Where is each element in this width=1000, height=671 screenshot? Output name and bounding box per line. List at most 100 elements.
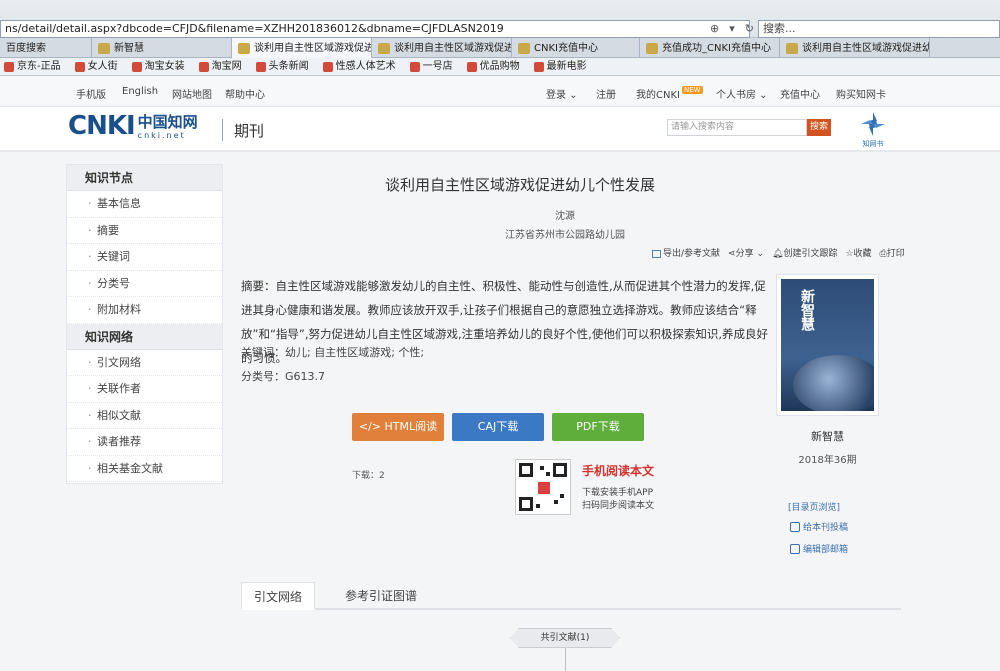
- favorite-link[interactable]: 性感人体艺术: [322, 58, 396, 75]
- editorial-email-link[interactable]: 编辑部邮箱: [790, 542, 848, 555]
- url-input[interactable]: ns/detail/detail.aspx?dbcode=CFJD&filena…: [0, 20, 750, 38]
- print-label: 打印: [886, 249, 905, 259]
- article-author[interactable]: 沈源: [320, 207, 810, 222]
- my-cnki-link[interactable]: 我的CNKI NEW: [636, 86, 703, 101]
- knowledge-sidebar: 知识节点 基本信息 摘要 关键词 分类号 附加材料 知识网络 引文网络 关联作者…: [66, 164, 223, 484]
- favorite-label: 最新电影: [546, 60, 587, 72]
- print-link[interactable]: ⎙打印: [880, 246, 905, 259]
- site-search-button[interactable]: 搜索: [807, 119, 831, 136]
- dropdown-icon[interactable]: ▾: [729, 22, 735, 35]
- personal-bookroom-link[interactable]: 个人书房 ⌄: [716, 86, 768, 101]
- article-title: 谈利用自主性区域游戏促进幼儿个性发展: [384, 176, 655, 194]
- browser-tab[interactable]: CNKI充值中心: [512, 38, 640, 58]
- article-toolbar: 导出/参考文献 ⋖分享 ⌄ 🔔︎创建引文跟踪 ☆收藏 ⎙打印: [652, 246, 905, 259]
- qr-dot: [560, 494, 564, 498]
- pinwheel-icon: 知网书: [861, 112, 885, 148]
- register-link[interactable]: 注册: [596, 86, 616, 101]
- journal-name[interactable]: 新智慧: [776, 428, 879, 444]
- favorite-link[interactable]: 女人街: [74, 58, 118, 75]
- browser-search-input[interactable]: 搜索...: [758, 20, 1000, 38]
- sitemap-link[interactable]: 网站地图: [172, 86, 212, 101]
- browser-tab[interactable]: 谈利用自主性区域游戏促进幼...: [372, 38, 512, 58]
- table-of-contents-link[interactable]: [目录页浏览]: [788, 500, 840, 513]
- cnki-logo[interactable]: CNKI 中国知网 cnki.net: [68, 111, 198, 141]
- sidebar-item-similar-docs[interactable]: 相似文献: [67, 403, 222, 429]
- cover-title: 新智慧: [799, 289, 815, 331]
- favicon-icon: [518, 42, 530, 54]
- zhiwangshu-label: 知网书: [863, 139, 884, 148]
- site-search-input[interactable]: 请输入搜索内容: [667, 119, 807, 136]
- logo-wordmark: CNKI: [68, 111, 136, 141]
- sidebar-item-reader-recommend[interactable]: 读者推荐: [67, 429, 222, 456]
- favorite-label: 淘宝网: [211, 60, 242, 72]
- sidebar-item-keywords[interactable]: 关键词: [67, 244, 222, 271]
- help-center-link[interactable]: 帮助中心: [225, 86, 265, 101]
- favorite-link[interactable]: 淘宝网: [198, 58, 242, 75]
- tab-label: 谈利用自主性区域游戏促进幼...: [802, 42, 930, 54]
- export-reference-link[interactable]: 导出/参考文献: [652, 246, 720, 259]
- favorite-icon: [74, 61, 85, 72]
- browser-tab[interactable]: 充值成功_CNKI充值中心: [640, 38, 780, 58]
- browser-tab[interactable]: 谈利用自主性区域游戏促进幼...: [780, 38, 930, 58]
- sidebar-item-related-authors[interactable]: 关联作者: [67, 376, 222, 403]
- share-link[interactable]: ⋖分享 ⌄: [728, 246, 764, 259]
- tab-label: 百度搜索: [6, 42, 46, 54]
- pdf-download-button[interactable]: PDF下载: [552, 413, 644, 441]
- article-keywords: 关键词：幼儿; 自主性区域游戏; 个性;: [241, 346, 425, 359]
- zhiwangshu-logo[interactable]: 知网书: [855, 109, 891, 149]
- article-affiliation[interactable]: 江苏省苏州市公园路幼儿园: [320, 226, 810, 241]
- favorite-icon: [322, 61, 333, 72]
- my-cnki-label: 我的CNKI: [636, 90, 680, 101]
- browser-tab[interactable]: 百度搜索: [0, 38, 92, 58]
- globe-graphic: [793, 355, 874, 411]
- html-read-button[interactable]: </> HTML阅读: [352, 413, 444, 441]
- favorite-link[interactable]: 优品购物: [466, 58, 520, 75]
- sidebar-item-classification[interactable]: 分类号: [67, 271, 222, 297]
- journal-issue[interactable]: 2018年36期: [776, 451, 879, 466]
- favorite-link[interactable]: ☆收藏: [845, 246, 871, 259]
- recharge-center-link[interactable]: 充值中心: [780, 86, 820, 101]
- qr-dot: [540, 466, 544, 470]
- citation-tracking-link[interactable]: 🔔︎创建引文跟踪: [772, 246, 837, 259]
- submit-manuscript-link[interactable]: 给本刊投稿: [790, 520, 848, 533]
- compat-icon[interactable]: ⊕: [710, 22, 719, 35]
- co-citation-node[interactable]: 共引文献(1): [510, 628, 620, 648]
- cnki-top-nav: 手机版 English 网站地图 帮助中心 登录 ⌄ 注册 我的CNKI NEW …: [0, 77, 1000, 107]
- english-link[interactable]: English: [122, 86, 158, 97]
- site-header: CNKI 中国知网 cnki.net 期刊 请输入搜索内容 搜索 知网书: [0, 107, 1000, 152]
- share-icon: ⋖: [728, 249, 736, 259]
- address-icons: ⊕ ▾ ↻: [710, 22, 754, 35]
- sidebar-item-basic-info[interactable]: 基本信息: [67, 191, 222, 218]
- refresh-icon[interactable]: ↻: [745, 22, 754, 35]
- favicon-icon: [378, 42, 390, 54]
- tracking-label: 创建引文跟踪: [783, 249, 838, 259]
- cover-image: 新智慧: [781, 279, 874, 411]
- browser-tab-active[interactable]: 谈利用自主性区域游戏促进...✕: [232, 38, 372, 58]
- sidebar-item-citation-network[interactable]: 引文网络: [67, 350, 222, 376]
- favorite-icon: [466, 61, 477, 72]
- qr-corner: [519, 497, 533, 511]
- login-link[interactable]: 登录 ⌄: [546, 86, 578, 101]
- journal-cover[interactable]: 新智慧: [776, 274, 879, 416]
- mail-icon: [790, 543, 800, 554]
- caj-download-button[interactable]: CAJ下载: [452, 413, 544, 441]
- buy-card-link[interactable]: 购买知网卡: [836, 86, 886, 101]
- sidebar-item-fund-docs[interactable]: 相关基金文献: [67, 456, 222, 482]
- favorite-link[interactable]: 淘宝女装: [131, 58, 185, 75]
- mobile-version-link[interactable]: 手机版: [76, 86, 106, 101]
- qr-corner: [519, 463, 533, 477]
- favorite-link[interactable]: 头条新闻: [255, 58, 309, 75]
- tab-citation-network[interactable]: 引文网络: [241, 582, 315, 610]
- logo-zh-block: 中国知网 cnki.net: [138, 113, 198, 140]
- favorite-icon: [533, 61, 544, 72]
- article-classification: 分类号：G613.7: [241, 370, 326, 383]
- tab-reference-map[interactable]: 参考引证图谱: [331, 582, 431, 610]
- browser-tab[interactable]: 新智慧: [92, 38, 232, 58]
- sidebar-item-attachments[interactable]: 附加材料: [67, 297, 222, 324]
- sidebar-section-network: 知识网络: [67, 323, 222, 350]
- favorite-link[interactable]: 最新电影: [533, 58, 587, 75]
- sidebar-item-abstract[interactable]: 摘要: [67, 218, 222, 244]
- favorite-link[interactable]: 一号店: [409, 58, 453, 75]
- favorite-link[interactable]: 京东-正品: [4, 58, 61, 75]
- favorite-icon: [4, 61, 14, 72]
